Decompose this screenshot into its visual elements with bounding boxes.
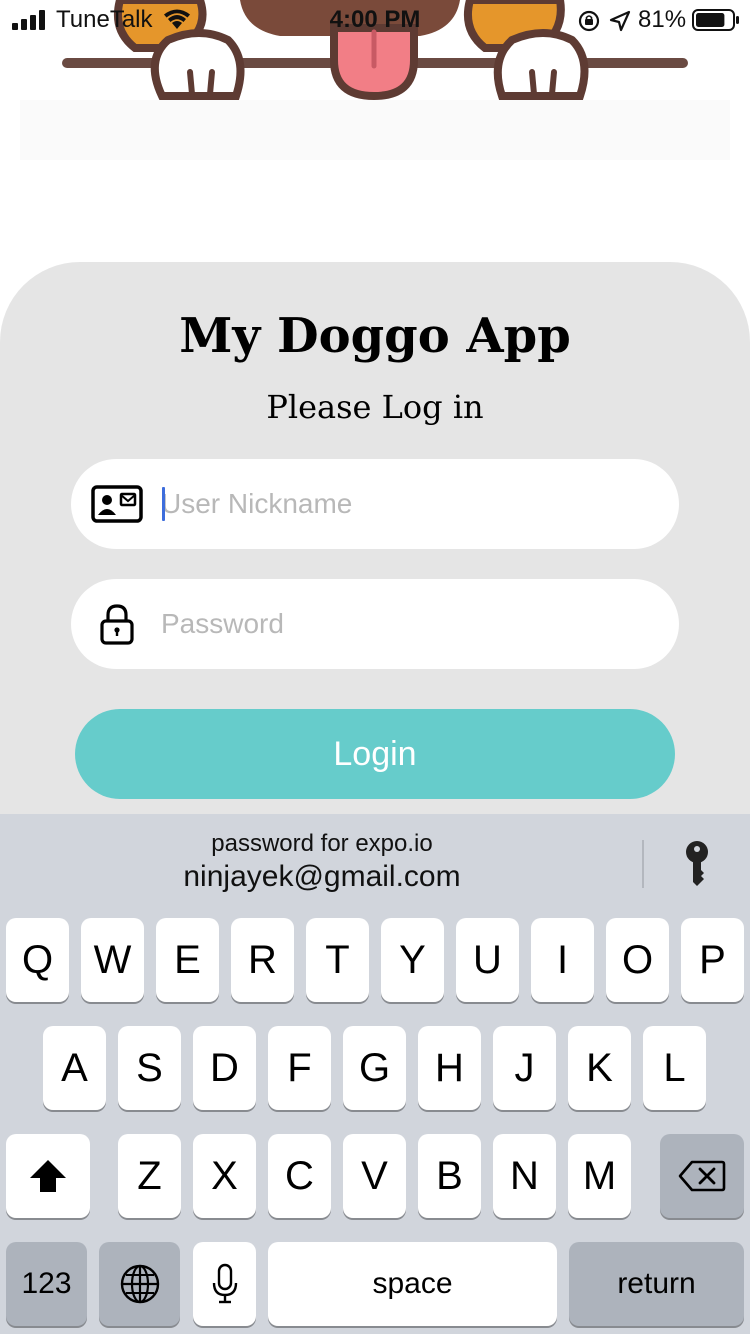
key-u[interactable]: U — [456, 918, 519, 1002]
key-e[interactable]: E — [156, 918, 219, 1002]
key-q[interactable]: Q — [6, 918, 69, 1002]
return-key[interactable]: return — [569, 1242, 744, 1326]
login-subtitle: Please Log in — [266, 388, 484, 426]
key-b[interactable]: B — [418, 1134, 481, 1218]
shift-key[interactable] — [6, 1134, 90, 1218]
key-a[interactable]: A — [43, 1026, 106, 1110]
key-n[interactable]: N — [493, 1134, 556, 1218]
keyboard: password for expo.io ninjayek@gmail.com … — [0, 814, 750, 1334]
location-icon — [609, 10, 631, 32]
key-z[interactable]: Z — [118, 1134, 181, 1218]
key-icon — [686, 841, 708, 886]
id-card-icon — [91, 481, 143, 527]
app-title: My Doggo App — [179, 308, 571, 364]
key-h[interactable]: H — [418, 1026, 481, 1110]
key-s[interactable]: S — [118, 1026, 181, 1110]
hero-illustration — [0, 0, 750, 270]
passwords-button[interactable] — [670, 836, 724, 892]
lock-icon — [91, 601, 143, 647]
key-j[interactable]: J — [493, 1026, 556, 1110]
orientation-lock-icon — [578, 10, 600, 32]
password-autofill-bar: password for expo.io ninjayek@gmail.com — [0, 814, 750, 914]
key-i[interactable]: I — [531, 918, 594, 1002]
key-o[interactable]: O — [606, 918, 669, 1002]
key-k[interactable]: K — [568, 1026, 631, 1110]
key-g[interactable]: G — [343, 1026, 406, 1110]
key-v[interactable]: V — [343, 1134, 406, 1218]
autofill-divider — [642, 840, 644, 888]
globe-key[interactable] — [99, 1242, 180, 1326]
nickname-field[interactable] — [71, 459, 679, 549]
autofill-account: ninjayek@gmail.com — [183, 860, 461, 893]
key-c[interactable]: C — [268, 1134, 331, 1218]
key-f[interactable]: F — [268, 1026, 331, 1110]
key-r[interactable]: R — [231, 918, 294, 1002]
dictation-key[interactable] — [193, 1242, 256, 1326]
login-card: My Doggo App Please Log in Login — [0, 262, 750, 822]
shift-icon — [30, 1160, 66, 1192]
backspace-key[interactable] — [660, 1134, 744, 1218]
microphone-icon — [212, 1263, 237, 1304]
space-key[interactable]: space — [268, 1242, 557, 1326]
autofill-suggestion[interactable]: password for expo.io ninjayek@gmail.com — [0, 830, 644, 894]
battery-percentage: 81% — [638, 6, 687, 33]
key-m[interactable]: M — [568, 1134, 631, 1218]
autofill-caption: password for expo.io — [211, 830, 433, 857]
key-x[interactable]: X — [193, 1134, 256, 1218]
backspace-icon — [678, 1160, 726, 1192]
status-bar: TuneTalk 4:00 PM 81% — [0, 0, 750, 40]
nickname-input[interactable] — [161, 459, 661, 549]
key-l[interactable]: L — [643, 1026, 706, 1110]
key-p[interactable]: P — [681, 918, 744, 1002]
key-w[interactable]: W — [81, 918, 144, 1002]
key-y[interactable]: Y — [381, 918, 444, 1002]
numbers-key[interactable]: 123 — [6, 1242, 87, 1326]
password-field[interactable] — [71, 579, 679, 669]
key-t[interactable]: T — [306, 918, 369, 1002]
battery-icon — [692, 9, 739, 31]
text-caret — [162, 487, 165, 521]
dog-illustration — [20, 0, 730, 160]
key-d[interactable]: D — [193, 1026, 256, 1110]
password-input[interactable] — [161, 579, 661, 669]
globe-icon — [120, 1264, 159, 1304]
login-button[interactable]: Login — [75, 709, 675, 799]
